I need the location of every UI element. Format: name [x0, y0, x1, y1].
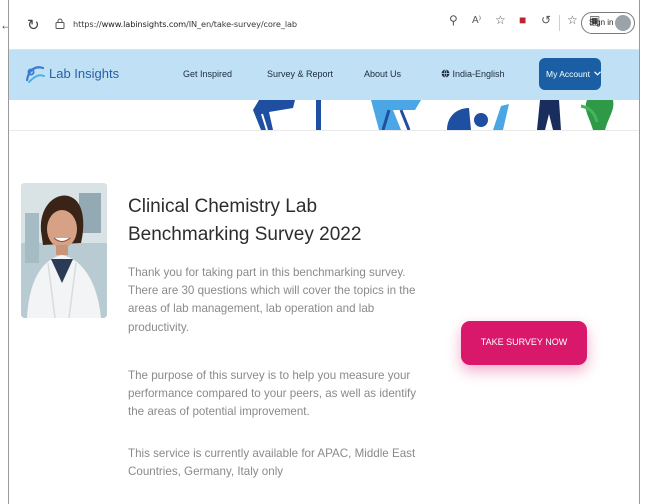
logo-icon	[25, 66, 45, 83]
toolbar-divider	[559, 15, 560, 31]
my-account-label: My Account	[546, 69, 590, 79]
extension-icon[interactable]: ■	[519, 13, 526, 27]
key-icon[interactable]: ⚲	[449, 13, 458, 27]
read-aloud-icon[interactable]: A⁾	[472, 15, 481, 26]
language-selector[interactable]: India-English	[441, 69, 505, 79]
take-survey-button[interactable]: TAKE SURVEY NOW	[461, 321, 587, 365]
hero-graphic	[253, 100, 614, 130]
scientist-photo	[21, 183, 107, 318]
site-navigation: Lab Insights Get Inspired Survey & Repor…	[9, 50, 639, 100]
window-edge: ←	[0, 0, 12, 504]
url-host: www.labinsights.com	[101, 19, 187, 29]
survey-intro-text: Thank you for taking part in this benchm…	[128, 266, 416, 334]
availability-text: This service is currently available for …	[128, 447, 416, 479]
browser-window: ↻ https://www.labinsights.com/IN_en/take…	[8, 0, 640, 504]
url-path: /IN_en/take-survey/core_lab	[186, 19, 298, 29]
address-bar[interactable]: https://www.labinsights.com/IN_en/take-s…	[73, 19, 297, 29]
favorites-bar-icon[interactable]: ☆	[567, 13, 578, 27]
chevron-down-icon	[594, 71, 602, 76]
hero-illustration	[9, 100, 639, 130]
sign-in-button[interactable]: Sign in	[581, 12, 635, 34]
my-account-button[interactable]: My Account	[539, 58, 602, 90]
lock-icon[interactable]	[55, 18, 65, 29]
url-prefix: https://	[73, 19, 102, 29]
survey-title: Clinical Chemistry Lab Benchmarking Surv…	[128, 196, 362, 245]
favorite-icon[interactable]: ☆	[495, 13, 506, 27]
reload-icon[interactable]: ↻	[27, 16, 40, 34]
language-label: India-English	[452, 69, 505, 79]
sign-in-label: Sign in	[589, 18, 614, 27]
globe-icon	[441, 69, 450, 78]
browser-toolbar: ↻ https://www.labinsights.com/IN_en/take…	[9, 0, 639, 50]
nav-get-inspired[interactable]: Get Inspired	[183, 69, 232, 79]
brand-name: Lab Insights	[49, 66, 120, 81]
survey-intro: Clinical Chemistry Lab Benchmarking Surv…	[9, 131, 639, 504]
refresh-extension-icon[interactable]: ↺	[541, 13, 551, 27]
survey-purpose-text: The purpose of this survey is to help yo…	[128, 369, 417, 419]
nav-about-us[interactable]: About Us	[364, 69, 401, 79]
nav-survey-report[interactable]: Survey & Report	[267, 69, 333, 79]
profile-avatar	[615, 15, 631, 31]
brand-logo[interactable]: Lab Insights	[23, 62, 123, 88]
